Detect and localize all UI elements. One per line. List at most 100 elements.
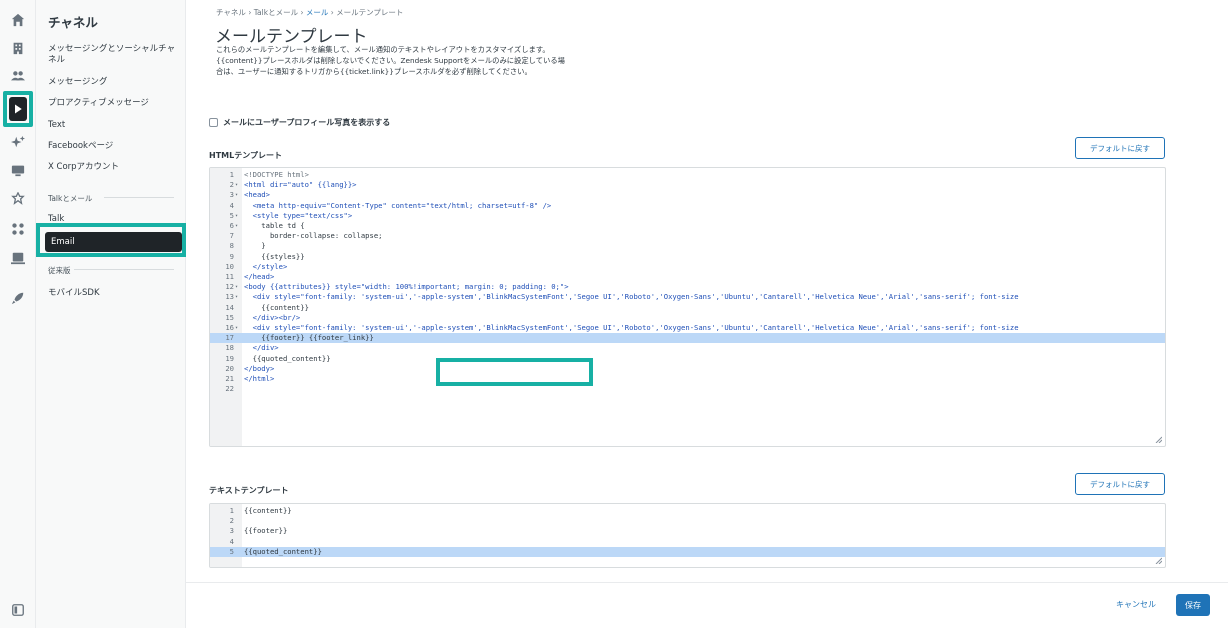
code-line[interactable]: 5 {{quoted_content}} — [210, 546, 1165, 557]
code-text: {{content}} — [244, 302, 309, 312]
code-line[interactable]: 17 {{footer}} {{footer_link}} — [210, 333, 1165, 344]
line-number: 4 — [229, 200, 234, 210]
nav-email-highlight: Email — [36, 223, 186, 257]
fold-arrow-icon[interactable]: ▾ — [235, 323, 238, 333]
line-number: 9 — [229, 251, 234, 261]
nav-item-proactive[interactable]: プロアクティブメッセージ — [48, 98, 178, 109]
line-number: 14 — [225, 302, 234, 312]
icon-rail — [0, 0, 36, 628]
rocket-icon[interactable] — [8, 288, 28, 308]
nav-item-x-corp[interactable]: X Corpアカウント — [48, 162, 178, 173]
footer-placeholder-highlight — [436, 358, 593, 386]
code-line[interactable]: 15 </div><br/> — [210, 313, 1165, 323]
code-line[interactable]: 22 — [210, 384, 1165, 394]
nav-panel: チャネル メッセージングとソーシャルチャネル メッセージング プロアクティブメッ… — [36, 0, 186, 628]
code-line[interactable]: 21 </html> — [210, 374, 1165, 384]
html-reset-button[interactable]: デフォルトに戻す — [1075, 137, 1165, 159]
code-line[interactable]: 16 ▾ <div style="font-family: 'system-ui'… — [210, 323, 1165, 333]
collapse-icon[interactable] — [8, 600, 28, 620]
nav-item-mobile-sdk[interactable]: モバイルSDK — [48, 288, 178, 299]
apps-icon[interactable] — [8, 219, 28, 239]
line-number: 12 — [225, 282, 234, 292]
nav-item-messaging-social[interactable]: メッセージングとソーシャルチャネル — [48, 44, 178, 66]
line-number: 21 — [225, 374, 234, 383]
channels-icon[interactable] — [9, 97, 27, 121]
profile-photo-option[interactable]: メールにユーザープロフィール写真を表示する — [209, 117, 390, 128]
workspace-icon[interactable] — [8, 248, 28, 268]
code-text: <body {{attributes}} style="width: 100%!… — [244, 282, 569, 292]
code-text: border-collapse: collapse; — [244, 231, 383, 241]
code-line[interactable]: 2 — [210, 516, 1165, 526]
fold-arrow-icon[interactable]: ▾ — [235, 292, 238, 302]
code-line[interactable]: 3 {{footer}} — [210, 526, 1165, 536]
code-text: </body> — [244, 363, 275, 373]
building-icon[interactable] — [8, 38, 28, 58]
code-text: </div><br/> — [244, 312, 301, 322]
fold-arrow-icon[interactable]: ▾ — [235, 190, 238, 200]
resize-handle-icon[interactable] — [1154, 435, 1162, 443]
code-line[interactable]: 9 {{styles}} — [210, 252, 1165, 262]
code-text: table td { — [244, 221, 305, 230]
text-reset-button[interactable]: デフォルトに戻す — [1075, 473, 1165, 495]
code-line[interactable]: 12 ▾ <body {{attributes}} style="width: 10… — [210, 282, 1165, 292]
resize-handle-icon[interactable] — [1154, 556, 1162, 564]
code-line[interactable]: 11 </head> — [210, 272, 1165, 282]
text-template-editor[interactable]: 1 {{content}} 2 3 {{footer}} 4 5 {{quoted_conte… — [209, 503, 1166, 568]
line-number: 17 — [225, 333, 234, 343]
html-template-editor[interactable]: 1 <!DOCTYPE html> 2 ▾ <html dir="auto" {{lan… — [209, 167, 1166, 447]
app: チャネル メッセージングとソーシャルチャネル メッセージング プロアクティブメッ… — [0, 0, 1228, 628]
code-line[interactable]: 20 </body> — [210, 364, 1165, 374]
line-number: 1 — [229, 506, 234, 515]
code-text: {{quoted_content}} — [244, 353, 331, 363]
code-line[interactable]: 10 </style> — [210, 262, 1165, 272]
code-text: </html> — [244, 374, 275, 383]
code-text: {{styles}} — [244, 251, 305, 261]
breadcrumb-item[interactable]: Talkとメール — [254, 8, 298, 17]
nav-item-messaging[interactable]: メッセージング — [48, 77, 178, 88]
nav-item-email[interactable]: Email — [45, 232, 182, 252]
cancel-button[interactable]: キャンセル — [1116, 599, 1156, 610]
code-text: </style> — [244, 261, 288, 271]
fold-arrow-icon[interactable]: ▾ — [235, 282, 238, 292]
code-line[interactable]: 19 {{quoted_content}} — [210, 354, 1165, 364]
fold-arrow-icon[interactable]: ▾ — [235, 180, 238, 190]
code-line[interactable]: 18 </div> — [210, 343, 1165, 353]
code-line[interactable]: 13 ▾ <div style="font-family: 'system-ui'… — [210, 292, 1165, 302]
nav-divider — [104, 197, 174, 198]
code-line[interactable]: 7 border-collapse: collapse; — [210, 231, 1165, 241]
page-description: これらのメールテンプレートを編集して、メール通知のテキストやレイアウトをカスタマ… — [216, 45, 565, 76]
code-line[interactable]: 4 <meta http-equiv="Content-Type" conten… — [210, 201, 1165, 211]
line-number: 19 — [225, 353, 234, 363]
nav-title: チャネル — [48, 15, 98, 30]
breadcrumb-separator: › — [330, 8, 334, 17]
breadcrumb-item[interactable]: チャネル — [216, 8, 246, 17]
code-line[interactable]: 4 — [210, 537, 1165, 547]
line-number: 15 — [225, 312, 234, 322]
profile-photo-checkbox[interactable] — [209, 118, 218, 127]
people-icon[interactable] — [8, 66, 28, 86]
code-line[interactable]: 1 {{content}} — [210, 506, 1165, 516]
fold-arrow-icon[interactable]: ▾ — [235, 211, 238, 221]
line-number: 16 — [225, 323, 234, 332]
main-content: チャネル › Talkとメール › メール › メールテンプレート メールテンプ… — [186, 0, 1228, 628]
nav-item-facebook[interactable]: Facebookページ — [48, 141, 178, 152]
line-number: 3 — [229, 526, 234, 536]
code-line[interactable]: 3 ▾ <head> — [210, 190, 1165, 200]
code-line[interactable]: 5 ▾ <style type="text/css"> — [210, 211, 1165, 221]
nav-divider — [74, 269, 174, 270]
line-number: 5 — [229, 210, 234, 220]
home-icon[interactable] — [8, 10, 28, 30]
objects-icon[interactable] — [8, 189, 28, 209]
code-line[interactable]: 8 } — [210, 241, 1165, 251]
save-button[interactable]: 保存 — [1176, 594, 1210, 616]
nav-item-text[interactable]: Text — [48, 120, 178, 131]
monitor-icon[interactable] — [8, 160, 28, 180]
breadcrumb-current: メールテンプレート — [336, 8, 404, 17]
code-line[interactable]: 2 ▾ <html dir="auto" {{lang}}> — [210, 180, 1165, 190]
code-line[interactable]: 1 <!DOCTYPE html> — [210, 170, 1165, 180]
code-line[interactable]: 6 ▾ table td { — [210, 221, 1165, 231]
fold-arrow-icon[interactable]: ▾ — [235, 221, 238, 231]
sparkle-icon[interactable] — [8, 132, 28, 152]
code-line[interactable]: 14 {{content}} — [210, 303, 1165, 313]
breadcrumb-item[interactable]: メール — [306, 8, 329, 17]
